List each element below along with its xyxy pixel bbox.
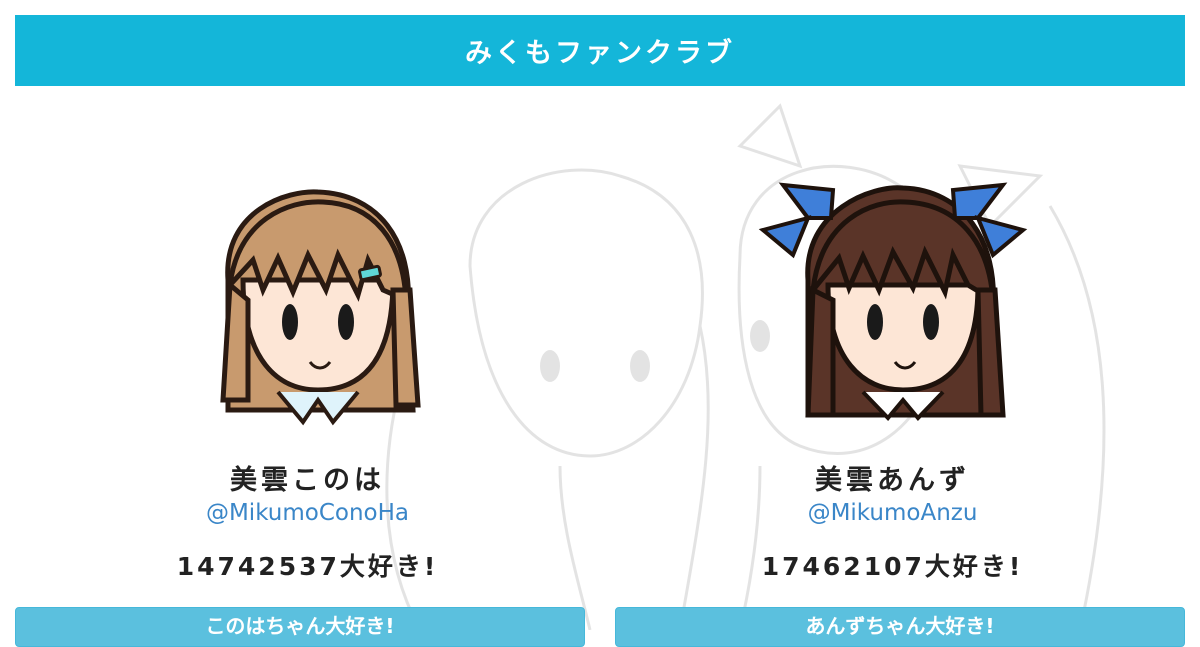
anzu-avatar [758, 182, 1027, 421]
conoha-twitter-link[interactable]: @MikumoConoHa [206, 498, 409, 528]
conoha-avatar [219, 189, 421, 426]
anzu-name: 美雲あんず [815, 465, 970, 496]
member-card-anzu: 美雲あんず @MikumoAnzu 17462107大好き! [600, 160, 1185, 605]
anzu-twitter-link[interactable]: @MikumoAnzu [808, 498, 978, 528]
conoha-name: 美雲このは [230, 465, 385, 496]
header-bar: みくもファンクラブ [15, 15, 1185, 86]
like-anzu-button[interactable]: あんずちゃん大好き! [615, 607, 1185, 647]
conoha-like-count: 14742537大好き! [176, 552, 439, 581]
like-conoha-button[interactable]: このはちゃん大好き! [15, 607, 585, 647]
anzu-like-count: 17462107大好き! [761, 552, 1024, 581]
member-card-conoha: 美雲このは @MikumoConoHa 14742537大好き! [15, 160, 600, 605]
page-title: みくもファンクラブ [465, 38, 735, 69]
